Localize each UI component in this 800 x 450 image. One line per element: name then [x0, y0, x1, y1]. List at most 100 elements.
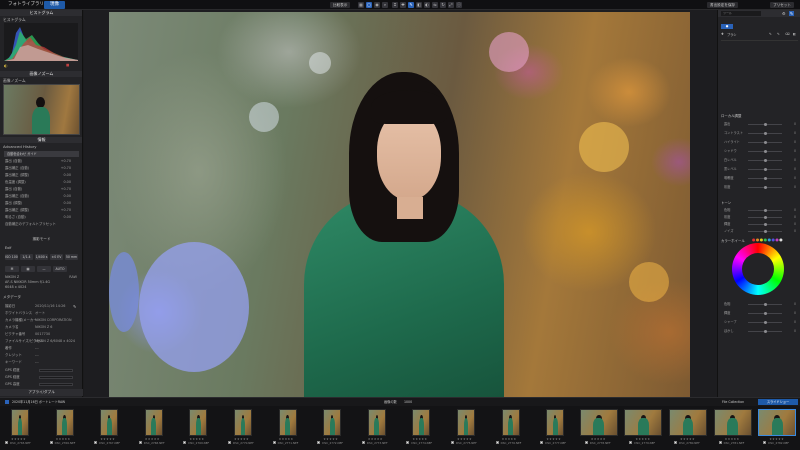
select-checkbox[interactable] [629, 441, 633, 444]
select-checkbox[interactable] [94, 441, 98, 444]
flip-icon[interactable]: ⇋ [432, 2, 438, 8]
eye-icon[interactable]: ◉ [374, 2, 380, 8]
preset-button[interactable]: プリセット [770, 2, 794, 8]
eraser-icon[interactable]: ⌫ [785, 32, 790, 36]
slider-handle[interactable] [764, 186, 767, 189]
select-checkbox[interactable] [674, 441, 677, 444]
zoom-icon[interactable]: ⌕ [382, 2, 388, 8]
tone-section-title[interactable]: トーン [721, 200, 731, 205]
tab-library[interactable]: フォトライブラリ [2, 1, 50, 9]
save-settings-button[interactable]: 書出設定を保存 [707, 2, 739, 8]
filmstrip-thumb[interactable] [367, 409, 386, 436]
slider-handle[interactable] [764, 168, 767, 171]
select-checkbox[interactable] [406, 441, 410, 444]
slider-handle[interactable] [764, 150, 767, 153]
pin-icon[interactable]: ✚ [721, 32, 724, 36]
filmstrip-thumb[interactable] [758, 409, 797, 436]
filmstrip-thumb[interactable] [624, 409, 663, 436]
filmstrip-thumb[interactable] [189, 409, 208, 436]
select-checkbox[interactable] [5, 441, 8, 444]
select-checkbox[interactable] [183, 441, 187, 444]
settings-icon[interactable]: ⚙ [782, 11, 787, 16]
info-section-title[interactable]: 情報 [0, 137, 82, 143]
navigator-section-title[interactable]: 画像ノズーム [0, 71, 82, 77]
meta-section-title[interactable]: メタデータ [3, 295, 21, 300]
crop-icon[interactable]: ⌗ [392, 2, 398, 8]
slider-handle[interactable] [764, 312, 767, 315]
gradient-tool-icon[interactable]: ◧ [793, 32, 796, 36]
brush-mode-tab[interactable]: ● [721, 24, 733, 29]
fullscreen-icon[interactable]: ⤢ [448, 2, 454, 8]
slider-handle[interactable] [764, 303, 767, 306]
folder-icon[interactable] [5, 400, 9, 404]
filmstrip-thumb[interactable] [669, 409, 707, 436]
slider-handle[interactable] [764, 209, 767, 212]
filmstrip-thumb[interactable] [412, 409, 431, 436]
filmstrip-thumb[interactable] [144, 409, 163, 436]
history-item[interactable]: 色温度 (調整) 0.00 [5, 180, 79, 185]
tool-search-input[interactable]: ツール [721, 11, 761, 16]
slider-handle[interactable] [764, 330, 767, 333]
slider-handle[interactable] [764, 216, 767, 219]
slider-handle[interactable] [764, 230, 767, 233]
color-wheel-title[interactable]: カラーホイール [721, 238, 745, 243]
slider-handle[interactable] [764, 132, 767, 135]
gps-input[interactable] [39, 369, 73, 372]
info-icon[interactable]: ⓘ [456, 2, 462, 8]
filmstrip-thumb[interactable] [278, 409, 297, 436]
brush-tool-icon[interactable]: ✎ [789, 11, 794, 16]
filmstrip-thumb[interactable] [546, 409, 565, 436]
slider-handle[interactable] [764, 321, 767, 324]
filmstrip-thumb[interactable] [55, 409, 74, 436]
brush-small-icon[interactable]: ✎ [769, 32, 772, 36]
camera-section-title[interactable]: 撮影モード [0, 237, 82, 242]
slider-handle[interactable] [764, 123, 767, 126]
select-checkbox[interactable] [540, 441, 544, 444]
select-checkbox[interactable] [451, 441, 454, 444]
color-wheel[interactable] [732, 243, 784, 295]
slideshow-button[interactable]: スライドショー [758, 399, 798, 405]
select-checkbox[interactable] [272, 441, 276, 444]
grid-icon[interactable]: ▦ [358, 2, 364, 8]
select-checkbox[interactable] [228, 441, 231, 444]
heal-icon[interactable]: ✚ [400, 2, 406, 8]
gps-input[interactable] [39, 383, 73, 386]
gradient-icon[interactable]: ◧ [416, 2, 422, 8]
compare-button[interactable]: 比較表示 [330, 2, 351, 8]
tab-develop[interactable]: 現像 [44, 1, 65, 9]
select-checkbox[interactable] [49, 441, 53, 444]
filmstrip-thumb[interactable] [457, 409, 475, 436]
slider-handle[interactable] [764, 159, 767, 162]
gps-input[interactable] [39, 376, 73, 379]
filmstrip-thumb[interactable] [501, 409, 520, 436]
filmstrip-thumb[interactable] [579, 409, 618, 436]
shadow-clip-icon[interactable]: ■ [66, 63, 69, 67]
slider-handle[interactable] [764, 177, 767, 180]
filmstrip-thumb[interactable] [100, 409, 119, 436]
history-item[interactable]: 露出補正 (自動) 0.00 [5, 194, 79, 199]
filmstrip-thumb[interactable] [234, 409, 252, 436]
filmstrip-thumb[interactable] [713, 409, 752, 436]
history-item[interactable]: 明るさ (自動) 0.00 [5, 215, 79, 220]
collection-button[interactable]: File Collection [722, 399, 744, 405]
history-item[interactable]: 露出補正 (調整) 0.00 [5, 173, 79, 178]
filmstrip-thumb[interactable] [11, 409, 29, 436]
history-item[interactable]: 露出補正 (調整) +0.70 [5, 208, 79, 213]
brush-medium-icon[interactable]: ✎ [777, 32, 780, 36]
histogram-section-title[interactable]: ヒストグラム [0, 10, 82, 16]
history-item[interactable]: 露出補正 (自動) +0.70 [5, 166, 79, 171]
history-item[interactable]: 自動補正のデフォルトプリセット [5, 222, 79, 227]
select-checkbox[interactable] [495, 441, 499, 444]
mask-icon[interactable]: ◐ [424, 2, 430, 8]
select-checkbox[interactable] [317, 441, 321, 444]
brush-icon[interactable]: ✎ [408, 2, 414, 8]
select-checkbox[interactable] [763, 441, 767, 444]
advanced-history-label[interactable]: Advanced History [3, 144, 36, 149]
history-item[interactable]: 露出 (自動) +0.70 [5, 187, 79, 192]
clip-warning-icon[interactable]: ◐ [4, 63, 8, 68]
select-checkbox[interactable] [718, 441, 722, 444]
select-checkbox[interactable] [584, 441, 588, 444]
select-checkbox[interactable] [138, 441, 142, 444]
folder-label[interactable]: 2020年11月16日 ポートレートRAW [12, 399, 65, 405]
history-item-selected[interactable]: 自動色合わせ ガイド [4, 151, 79, 157]
